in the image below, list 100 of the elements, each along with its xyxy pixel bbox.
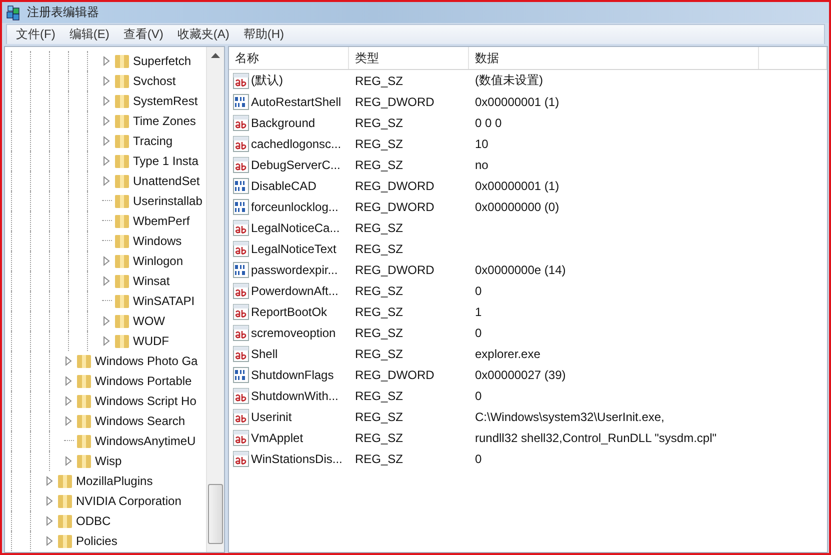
expand-arrow-icon[interactable] <box>102 275 112 287</box>
expand-arrow-icon[interactable] <box>45 495 55 507</box>
tree-item[interactable]: Winsat <box>133 274 170 288</box>
binary-value-icon <box>233 94 249 110</box>
expand-arrow-icon[interactable] <box>64 415 74 427</box>
registry-cubes-icon <box>6 4 22 20</box>
folder-icon <box>57 513 73 529</box>
value-name[interactable]: WinStationsDis... <box>251 452 342 466</box>
value-name[interactable]: VmApplet <box>251 430 304 444</box>
value-data: 0x0000000e (14) <box>475 262 566 276</box>
value-data: explorer.exe <box>475 346 540 360</box>
folder-icon <box>114 153 130 169</box>
value-type: REG_SZ <box>355 74 404 88</box>
tree-item[interactable]: WOW <box>133 314 165 328</box>
tree-item[interactable]: Windows <box>133 234 182 248</box>
tree-item[interactable]: Windows Script Ho <box>95 394 196 408</box>
value-name[interactable]: ReportBootOk <box>251 304 328 318</box>
window-title: 注册表编辑器 <box>27 4 99 21</box>
value-name[interactable]: DebugServerC... <box>251 158 340 172</box>
tree-item[interactable]: Tracing <box>133 134 173 148</box>
value-name[interactable]: ShutdownWith... <box>251 388 338 402</box>
value-type: REG_SZ <box>355 136 404 150</box>
tree-item[interactable]: Wisp <box>95 454 122 468</box>
folder-icon <box>114 193 130 209</box>
tree-item[interactable]: Policies <box>76 534 118 548</box>
value-name[interactable]: LegalNoticeCa... <box>251 220 340 234</box>
value-data: 0 0 0 <box>475 116 502 130</box>
value-name[interactable]: DisableCAD <box>251 178 316 192</box>
folder-icon <box>57 533 73 549</box>
expand-arrow-icon[interactable] <box>102 255 112 267</box>
string-value-icon <box>233 240 249 256</box>
value-name[interactable]: Userinit <box>251 410 292 424</box>
tree-item[interactable]: NVIDIA Corporation <box>76 494 182 508</box>
value-name[interactable]: PowerdownAft... <box>251 284 338 298</box>
tree-item[interactable]: Winlogon <box>133 254 184 268</box>
string-value-icon <box>233 430 249 446</box>
tree-item[interactable]: Type 1 Insta <box>133 154 198 168</box>
expand-arrow-icon[interactable] <box>45 535 55 547</box>
value-name[interactable]: AutoRestartShell <box>251 94 342 108</box>
tree-item[interactable]: MozillaPlugins <box>76 474 153 488</box>
tree-item[interactable]: Time Zones <box>133 114 196 128</box>
expand-arrow-icon[interactable] <box>102 155 112 167</box>
tree-item[interactable]: WbemPerf <box>133 214 190 228</box>
expand-arrow-icon[interactable] <box>102 135 112 147</box>
binary-value-icon <box>233 178 249 194</box>
expand-arrow-icon[interactable] <box>102 95 112 107</box>
value-data: C:\Windows\system32\UserInit.exe, <box>475 410 664 424</box>
value-name[interactable]: scremoveoption <box>251 326 336 340</box>
expand-arrow-icon[interactable] <box>102 55 112 67</box>
expand-arrow-icon[interactable] <box>64 375 74 387</box>
value-data: no <box>475 158 488 172</box>
value-name[interactable]: ShutdownFlags <box>251 368 334 382</box>
string-value-icon <box>233 346 249 362</box>
value-name[interactable]: passwordexpir... <box>251 262 338 276</box>
value-name[interactable]: (默认) <box>251 72 283 89</box>
expand-arrow-icon[interactable] <box>45 515 55 527</box>
tree-item[interactable]: SystemRest <box>133 94 198 108</box>
tree-item[interactable]: Windows Portable <box>95 374 192 388</box>
value-name[interactable]: cachedlogonsc... <box>251 136 342 150</box>
value-name[interactable]: Background <box>251 116 316 130</box>
value-data: 0 <box>475 284 482 298</box>
scroll-thumb[interactable] <box>208 484 223 544</box>
expand-arrow-icon[interactable] <box>102 335 112 347</box>
menu-item[interactable]: 文件(F) <box>9 26 62 43</box>
expand-arrow-icon[interactable] <box>102 315 112 327</box>
value-data: 0 <box>475 388 482 402</box>
scrollbar[interactable] <box>206 47 224 552</box>
tree-item[interactable]: UnattendSet <box>133 174 200 188</box>
folder-icon <box>76 353 92 369</box>
tree-item[interactable]: Svchost <box>133 74 176 88</box>
value-type: REG_SZ <box>355 220 404 234</box>
expand-arrow-icon[interactable] <box>102 115 112 127</box>
expand-arrow-icon[interactable] <box>64 355 74 367</box>
tree-item[interactable]: WindowsAnytimeU <box>95 434 196 448</box>
menu-item[interactable]: 编辑(E) <box>62 26 116 43</box>
folder-icon <box>114 93 130 109</box>
expand-arrow-icon[interactable] <box>64 455 74 467</box>
menu-item[interactable]: 收藏夹(A) <box>170 26 236 43</box>
binary-value-icon <box>233 262 249 278</box>
menu-item[interactable]: 帮助(H) <box>236 26 291 43</box>
folder-icon <box>114 133 130 149</box>
expand-arrow-icon[interactable] <box>102 175 112 187</box>
tree-item[interactable]: Superfetch <box>133 54 192 68</box>
value-type: REG_SZ <box>355 326 404 340</box>
expand-arrow-icon[interactable] <box>64 395 74 407</box>
value-name[interactable]: Shell <box>251 346 278 360</box>
value-type: REG_SZ <box>355 388 404 402</box>
expand-arrow-icon[interactable] <box>102 75 112 87</box>
value-name[interactable]: LegalNoticeText <box>251 242 336 256</box>
tree-item[interactable]: WUDF <box>133 334 169 348</box>
scroll-up-icon[interactable] <box>211 52 220 58</box>
value-name[interactable]: forceunlocklog... <box>251 200 338 214</box>
tree-item[interactable]: Windows Photo Ga <box>95 354 198 368</box>
menu-item[interactable]: 查看(V) <box>116 26 170 43</box>
tree-item[interactable]: WinSATAPI <box>133 294 195 308</box>
expand-arrow-icon[interactable] <box>45 475 55 487</box>
tree-item[interactable]: Userinstallab <box>133 194 202 208</box>
tree-item[interactable]: ODBC <box>76 514 111 528</box>
value-type: REG_SZ <box>355 284 404 298</box>
tree-item[interactable]: Windows Search <box>95 414 186 428</box>
